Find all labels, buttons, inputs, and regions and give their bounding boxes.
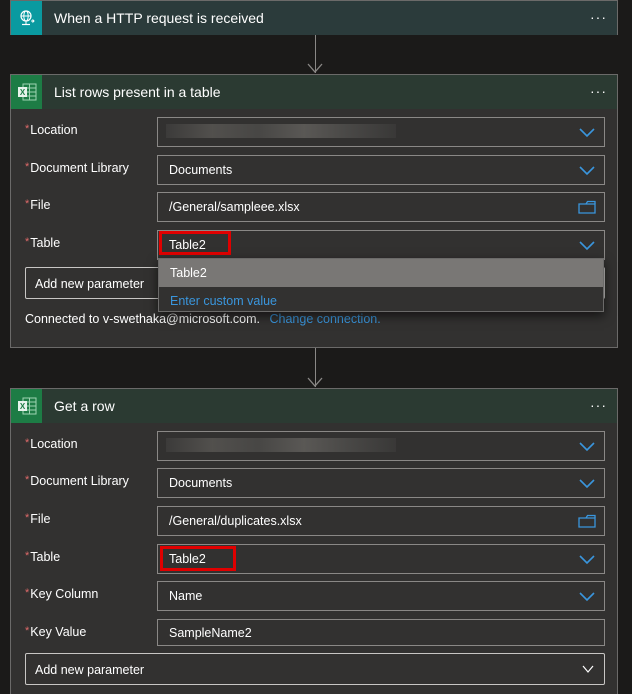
highlight-box [159,231,231,255]
http-request-icon [11,1,42,35]
file-value: /General/sampleee.xlsx [169,200,300,214]
location-row: *Location [11,431,617,461]
chevron-down-icon[interactable] [582,664,594,674]
key-value-value: SampleName2 [169,626,252,640]
file-picker[interactable]: /General/sampleee.xlsx [157,192,605,222]
document-library-label: *Document Library [25,161,129,175]
excel-icon: X [11,389,42,423]
table-dropdown[interactable]: Table2 [157,544,605,574]
trigger-card[interactable]: When a HTTP request is received ··· [10,0,618,35]
location-label: *Location [25,437,78,451]
folder-icon[interactable] [578,200,596,214]
more-options-button[interactable]: ··· [590,83,607,99]
file-row: *File /General/sampleee.xlsx [11,192,617,222]
location-value-redacted [166,124,396,138]
file-row: *File /General/duplicates.xlsx [11,506,617,536]
key-column-label: *Key Column [25,587,99,601]
key-column-value: Name [169,589,203,603]
key-value-input[interactable]: SampleName2 [157,619,605,646]
file-picker[interactable]: /General/duplicates.xlsx [157,506,605,536]
trigger-header[interactable]: When a HTTP request is received ··· [11,1,617,35]
key-value-label: *Key Value [25,625,87,639]
svg-text:X: X [19,402,25,411]
table-dropdown-menu: Table2 Enter custom value [158,258,604,312]
chevron-down-icon[interactable] [578,163,596,177]
highlight-box [160,546,236,571]
chevron-down-icon[interactable] [578,589,596,603]
file-label: *File [25,198,51,212]
more-options-button[interactable]: ··· [590,9,607,25]
chevron-down-icon[interactable] [578,476,596,490]
chevron-down-icon[interactable] [578,238,596,252]
more-options-button[interactable]: ··· [590,397,607,413]
svg-text:X: X [19,88,25,97]
document-library-row: *Document Library Documents [11,468,617,498]
location-dropdown[interactable] [157,431,605,461]
table-dropdown[interactable]: Table2 [157,230,605,260]
dropdown-option[interactable]: Table2 [159,259,603,287]
list-rows-title: List rows present in a table [54,84,221,100]
document-library-dropdown[interactable]: Documents [157,468,605,498]
list-rows-header[interactable]: X List rows present in a table ··· [11,75,617,109]
table-label: *Table [25,550,61,564]
get-row-header[interactable]: X Get a row ··· [11,389,617,423]
excel-icon: X [11,75,42,109]
location-value-redacted [166,438,396,452]
add-new-parameter-dropdown[interactable]: Add new parameter [25,653,605,685]
table-label: *Table [25,236,61,250]
document-library-row: *Document Library Documents [11,155,617,185]
key-column-dropdown[interactable]: Name [157,581,605,611]
key-column-row: *Key Column Name [11,581,617,611]
table-row: *Table Table2 [11,230,617,260]
add-new-parameter-label: Add new parameter [35,663,145,677]
location-row: *Location [11,117,617,147]
file-value: /General/duplicates.xlsx [169,514,302,528]
document-library-dropdown[interactable]: Documents [157,155,605,185]
chevron-down-icon[interactable] [578,552,596,566]
document-library-value: Documents [169,476,233,490]
folder-icon[interactable] [578,514,596,528]
file-label: *File [25,512,51,526]
location-label: *Location [25,123,78,137]
document-library-value: Documents [169,163,233,177]
location-dropdown[interactable] [157,117,605,147]
connector-arrow-icon [307,377,323,387]
chevron-down-icon[interactable] [578,439,596,453]
key-value-row: *Key Value SampleName2 [11,619,617,646]
table-row: *Table Table2 [11,544,617,574]
enter-custom-value-option[interactable]: Enter custom value [159,287,603,315]
document-library-label: *Document Library [25,474,129,488]
chevron-down-icon[interactable] [578,125,596,139]
connector-arrow-icon [307,63,323,73]
get-row-card[interactable]: X Get a row ··· *Location *Document Libr… [10,388,618,694]
trigger-title: When a HTTP request is received [54,10,264,26]
get-row-title: Get a row [54,398,115,414]
add-new-parameter-label: Add new parameter [35,277,145,291]
